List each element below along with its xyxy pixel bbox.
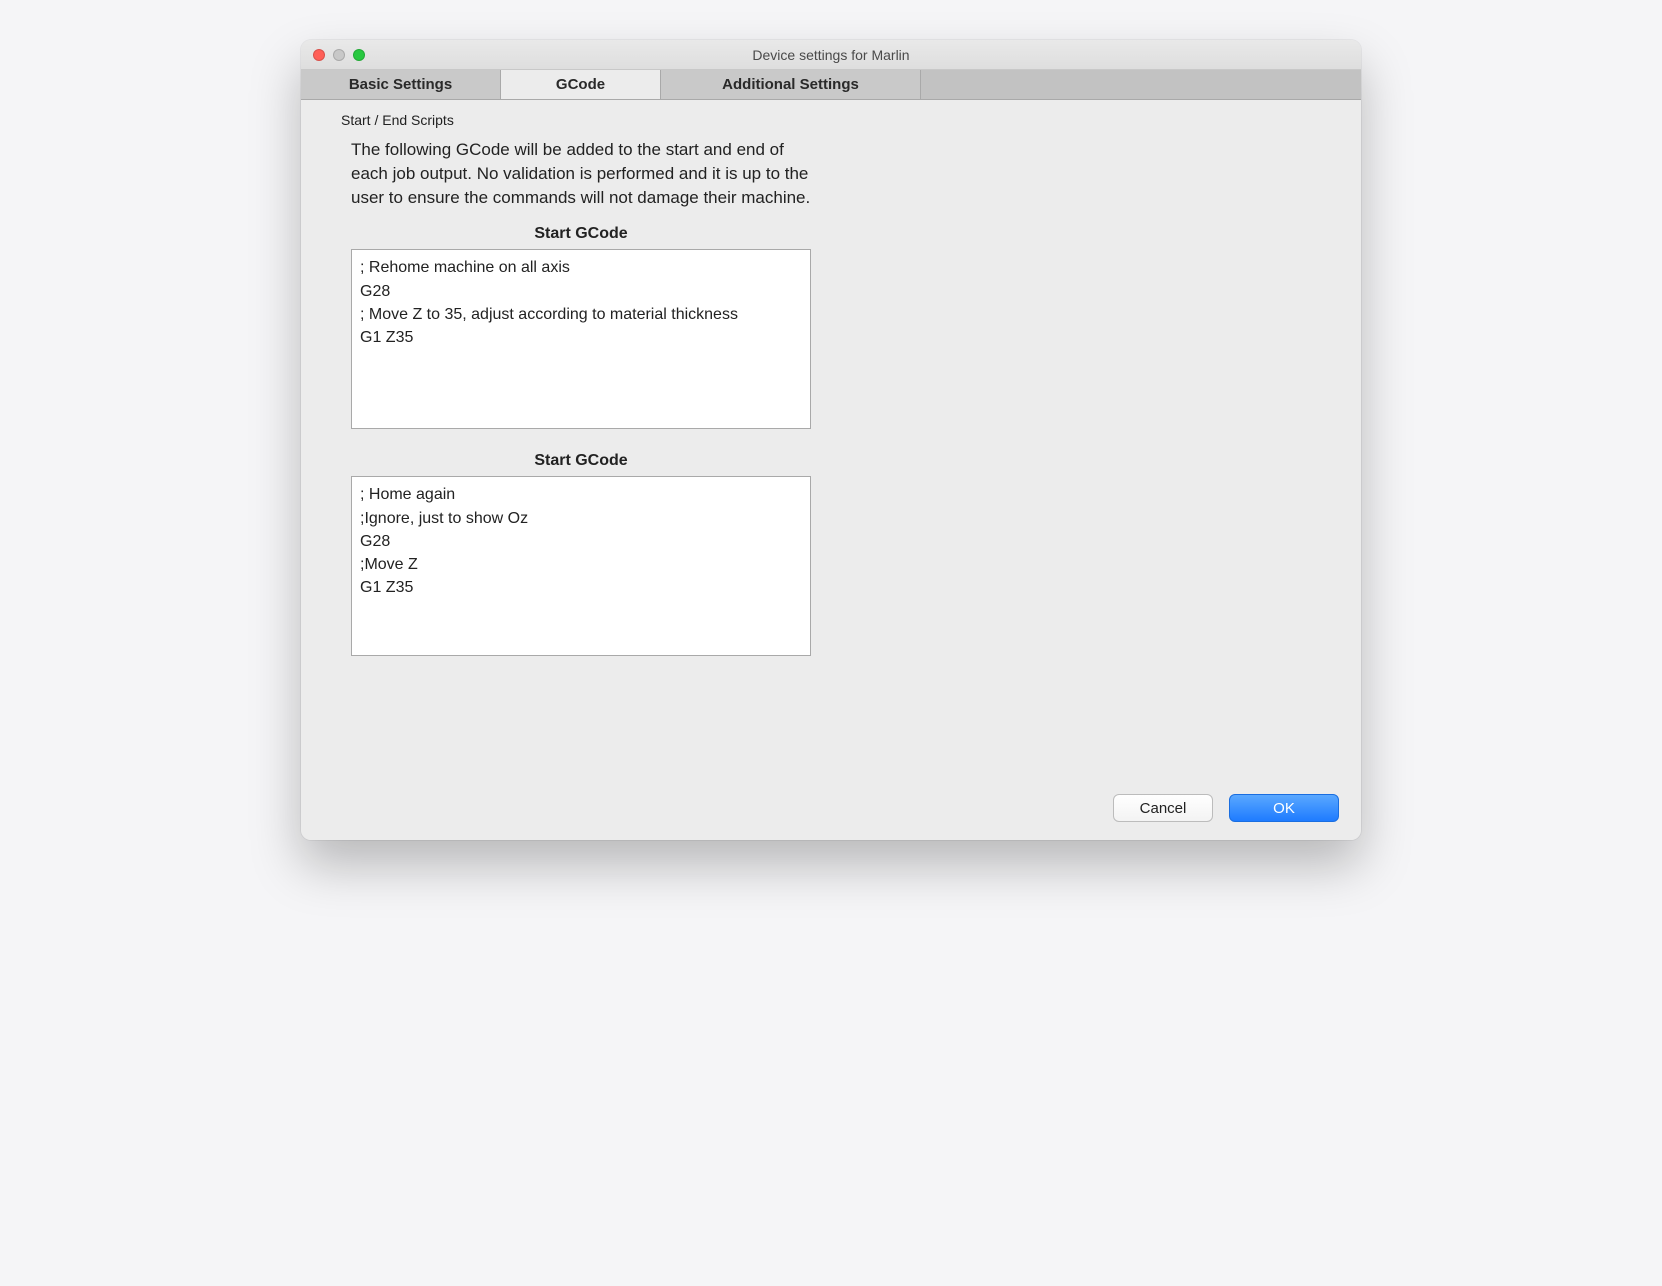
tab-gcode[interactable]: GCode (501, 70, 661, 99)
start-gcode-group: Start GCode (351, 225, 811, 434)
settings-window: Device settings for Marlin Basic Setting… (301, 40, 1361, 840)
ok-button[interactable]: OK (1229, 794, 1339, 822)
section-heading: Start / End Scripts (341, 112, 1321, 138)
tab-spacer (921, 70, 1361, 99)
start-gcode-input[interactable] (351, 249, 811, 429)
end-gcode-input[interactable] (351, 476, 811, 656)
dialog-buttons: Cancel OK (301, 780, 1361, 840)
end-gcode-label: Start GCode (351, 452, 811, 470)
content-area: Start / End Scripts The following GCode … (301, 100, 1361, 780)
minimize-icon (333, 49, 345, 61)
titlebar: Device settings for Marlin (301, 40, 1361, 70)
zoom-icon[interactable] (353, 49, 365, 61)
tab-bar: Basic Settings GCode Additional Settings (301, 70, 1361, 100)
tab-additional-settings[interactable]: Additional Settings (661, 70, 921, 99)
cancel-button[interactable]: Cancel (1113, 794, 1213, 822)
section-description: The following GCode will be added to the… (351, 138, 811, 209)
window-controls (301, 49, 365, 61)
window-title: Device settings for Marlin (301, 47, 1361, 63)
start-gcode-label: Start GCode (351, 225, 811, 243)
close-icon[interactable] (313, 49, 325, 61)
tab-basic-settings[interactable]: Basic Settings (301, 70, 501, 99)
end-gcode-group: Start GCode (351, 452, 811, 661)
